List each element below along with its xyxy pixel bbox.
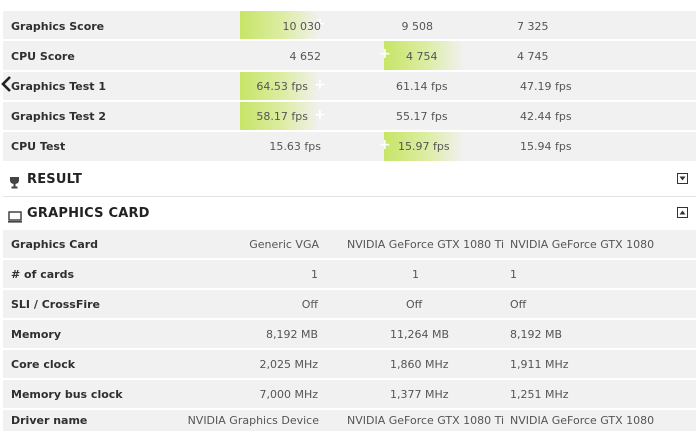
value-col1: 15.63 fps: [269, 140, 321, 153]
row-label: # of cards: [11, 268, 75, 281]
value-col3: 7 325: [517, 20, 549, 33]
row-label: Memory: [11, 328, 62, 341]
value-col1: 8,192 MB: [265, 328, 318, 341]
value-col2: 1: [412, 268, 419, 281]
collapse-toggle[interactable]: [677, 207, 688, 218]
plus-icon: +: [314, 77, 326, 93]
value-col2: 1,860 MHz: [390, 358, 449, 371]
value-col2: 1,377 MHz: [390, 388, 449, 401]
row-label: CPU Test: [11, 140, 66, 153]
graphics-card-section-header[interactable]: GRAPHICS CARD: [3, 198, 696, 231]
value-col3: 1,251 MHz: [510, 388, 569, 401]
row-label: SLI / CrossFire: [11, 298, 101, 311]
value-col1: 58.17 fps: [256, 110, 308, 123]
value-col3: NVIDIA GeForce GTX 1080: [510, 414, 655, 427]
card-row-sli-crossfire: SLI / CrossFire Off Off Off: [3, 290, 696, 319]
score-row-cpu-score: + CPU Score 4 652 4 754 4 745: [3, 41, 696, 71]
value-col2: 15.97 fps: [398, 140, 450, 153]
row-label: Graphics Test 2: [11, 110, 107, 123]
row-label: Graphics Test 1: [11, 80, 107, 93]
row-label: Memory bus clock: [11, 388, 123, 401]
row-label: Graphics Score: [11, 20, 105, 33]
row-label: CPU Score: [11, 50, 75, 63]
value-col2: 61.14 fps: [396, 80, 448, 93]
plus-icon: +: [379, 46, 391, 62]
value-col1: Generic VGA: [249, 238, 319, 251]
plus-icon: +: [314, 107, 326, 123]
card-row-graphics-card: Graphics Card Generic VGA NVIDIA GeForce…: [3, 230, 696, 259]
card-row-memory-bus-clock: Memory bus clock 7,000 MHz 1,377 MHz 1,2…: [3, 380, 696, 409]
value-col2: 9 508: [401, 20, 434, 33]
value-col3: 1: [510, 268, 517, 281]
value-col3: Off: [510, 298, 527, 311]
card-row-driver-name: Driver name NVIDIA Graphics Device NVIDI…: [3, 410, 696, 432]
section-title: GRAPHICS CARD: [27, 206, 150, 221]
value-col3: 1,911 MHz: [510, 358, 569, 371]
value-col2: 4 754: [406, 50, 438, 63]
row-label: Driver name: [11, 414, 88, 427]
value-col3: NVIDIA GeForce GTX 1080: [510, 238, 655, 251]
value-col1: 4 652: [289, 50, 322, 63]
score-row-graphics-test-1: + Graphics Test 1 64.53 fps 61.14 fps 47…: [3, 72, 696, 101]
value-col1: 1: [311, 268, 318, 281]
value-col3: 4 745: [517, 50, 549, 63]
value-col1: 64.53 fps: [256, 80, 308, 93]
trophy-icon: [9, 174, 20, 193]
value-col1: 2,025 MHz: [259, 358, 318, 371]
expand-toggle[interactable]: [677, 173, 688, 184]
result-section-header[interactable]: RESULT: [3, 164, 696, 197]
value-col3: 47.19 fps: [520, 80, 572, 93]
score-row-cpu-test: + CPU Test 15.63 fps 15.97 fps 15.94 fps: [3, 132, 696, 162]
chevron-left-icon[interactable]: [0, 74, 12, 99]
value-col3: 42.44 fps: [520, 110, 572, 123]
row-label: Graphics Card: [11, 238, 99, 251]
value-col2: NVIDIA GeForce GTX 1080 Ti: [347, 238, 505, 251]
card-row-num-cards: # of cards 1 1 1: [3, 260, 696, 289]
value-col1: NVIDIA Graphics Device: [187, 414, 319, 427]
plus-icon: +: [379, 137, 391, 153]
value-col3: 15.94 fps: [520, 140, 572, 153]
section-title: RESULT: [27, 172, 83, 187]
score-row-graphics-test-2: + Graphics Test 2 58.17 fps 55.17 fps 42…: [3, 102, 696, 131]
value-col1: Off: [301, 298, 318, 311]
value-col1: 10 030: [282, 20, 322, 33]
value-col2: 55.17 fps: [396, 110, 448, 123]
card-row-core-clock: Core clock 2,025 MHz 1,860 MHz 1,911 MHz: [3, 350, 696, 379]
row-label: Core clock: [11, 358, 76, 371]
value-col2: Off: [406, 298, 423, 311]
value-col2: 11,264 MB: [390, 328, 450, 341]
score-row-graphics-score: + Graphics Score 10 030 9 508 7 325: [3, 11, 696, 40]
value-col2: NVIDIA GeForce GTX 1080 Ti: [347, 414, 505, 427]
monitor-icon: [8, 208, 22, 227]
value-col1: 7,000 MHz: [259, 388, 318, 401]
value-col3: 8,192 MB: [510, 328, 563, 341]
card-row-memory: Memory 8,192 MB 11,264 MB 8,192 MB: [3, 320, 696, 349]
